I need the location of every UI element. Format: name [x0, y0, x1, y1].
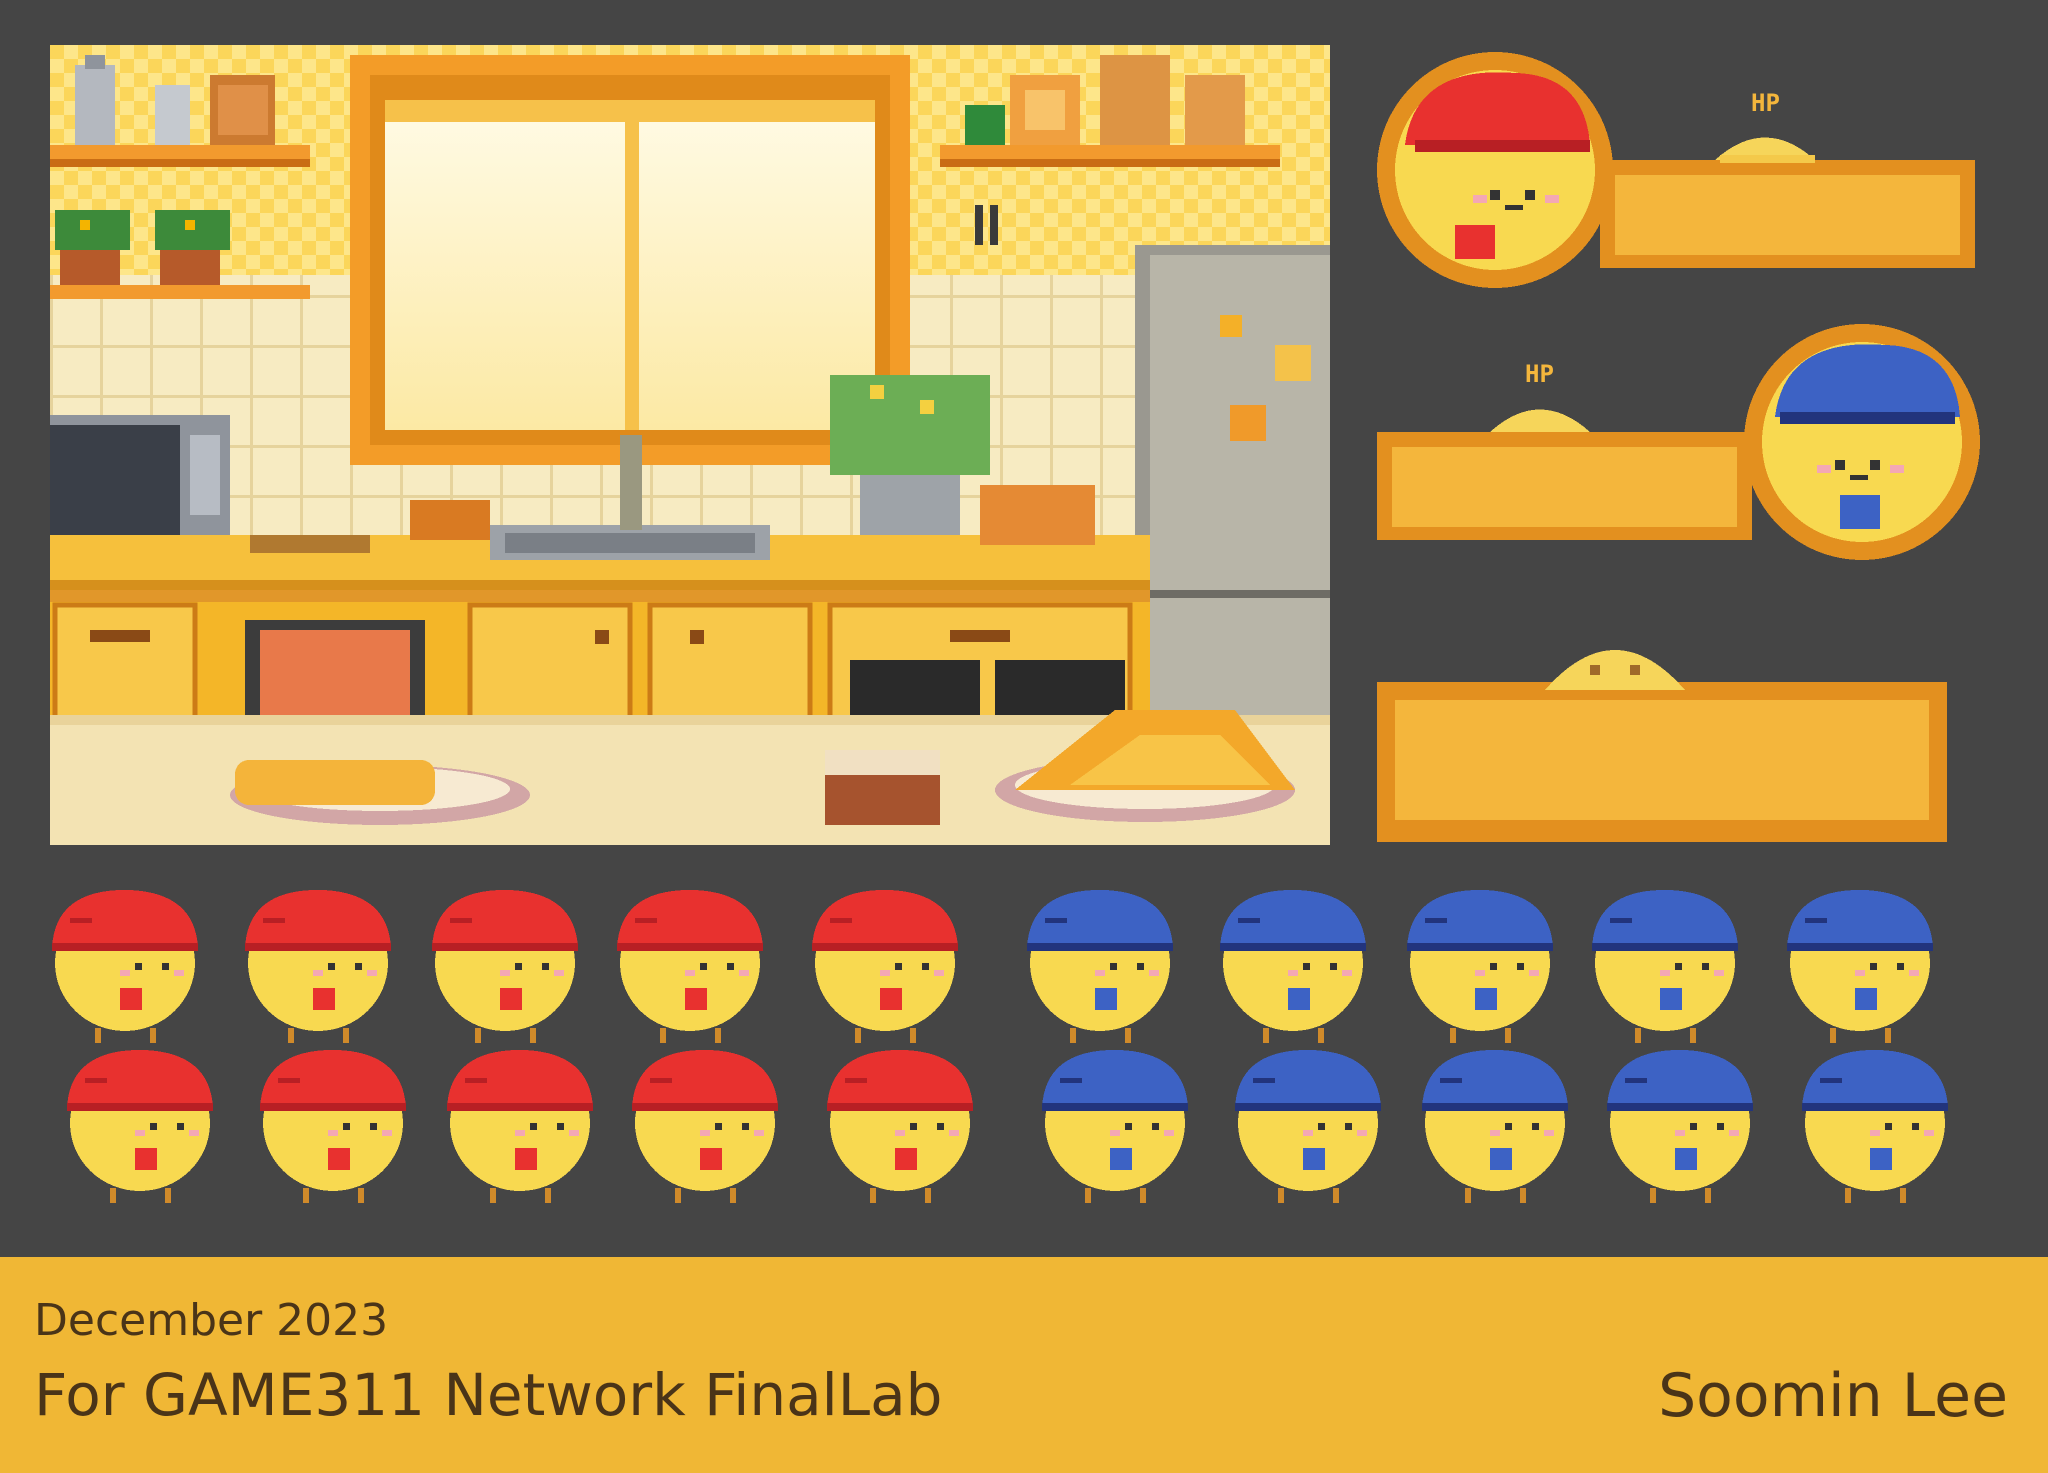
hp-bar-empty	[1375, 620, 1950, 850]
chick-sprite-red	[827, 1049, 973, 1203]
chick-sprite-blue	[1220, 889, 1366, 1043]
chick-sprite-red	[52, 889, 198, 1043]
chick-sprite-blue	[1802, 1049, 1948, 1203]
footer-date: December 2023	[34, 1295, 389, 1346]
chick-sprite-blue	[1027, 889, 1173, 1043]
footer-title: For GAME311 Network FinalLab	[34, 1361, 943, 1429]
kitchen-background-scene	[50, 45, 1330, 845]
chick-sprite-blue	[1787, 889, 1933, 1043]
chick-sprite-red	[67, 1049, 213, 1203]
hp-label-red: HP	[1751, 89, 1780, 117]
chick-sprite-red	[812, 889, 958, 1043]
chick-sprite-blue	[1407, 889, 1553, 1043]
hp-label-blue: HP	[1525, 360, 1554, 388]
hp-bar-blue-player: HP	[1375, 315, 1980, 575]
footer-author: Soomin Lee	[1658, 1361, 2008, 1431]
chick-sprite-blue	[1592, 889, 1738, 1043]
chick-sprite-blue	[1422, 1049, 1568, 1203]
chick-sprite-red	[260, 1049, 406, 1203]
chick-sprite-red	[245, 889, 391, 1043]
chick-sprite-blue	[1235, 1049, 1381, 1203]
chick-sprite-red	[617, 889, 763, 1043]
chick-sprite-red	[447, 1049, 593, 1203]
footer-banner: December 2023 For GAME311 Network FinalL…	[0, 1257, 2048, 1473]
chick-sprite-blue	[1607, 1049, 1753, 1203]
chick-sprite-red	[432, 889, 578, 1043]
hp-bar-red-player: HP	[1375, 45, 1980, 295]
chick-sprite-red	[632, 1049, 778, 1203]
chick-sprite-blue	[1042, 1049, 1188, 1203]
